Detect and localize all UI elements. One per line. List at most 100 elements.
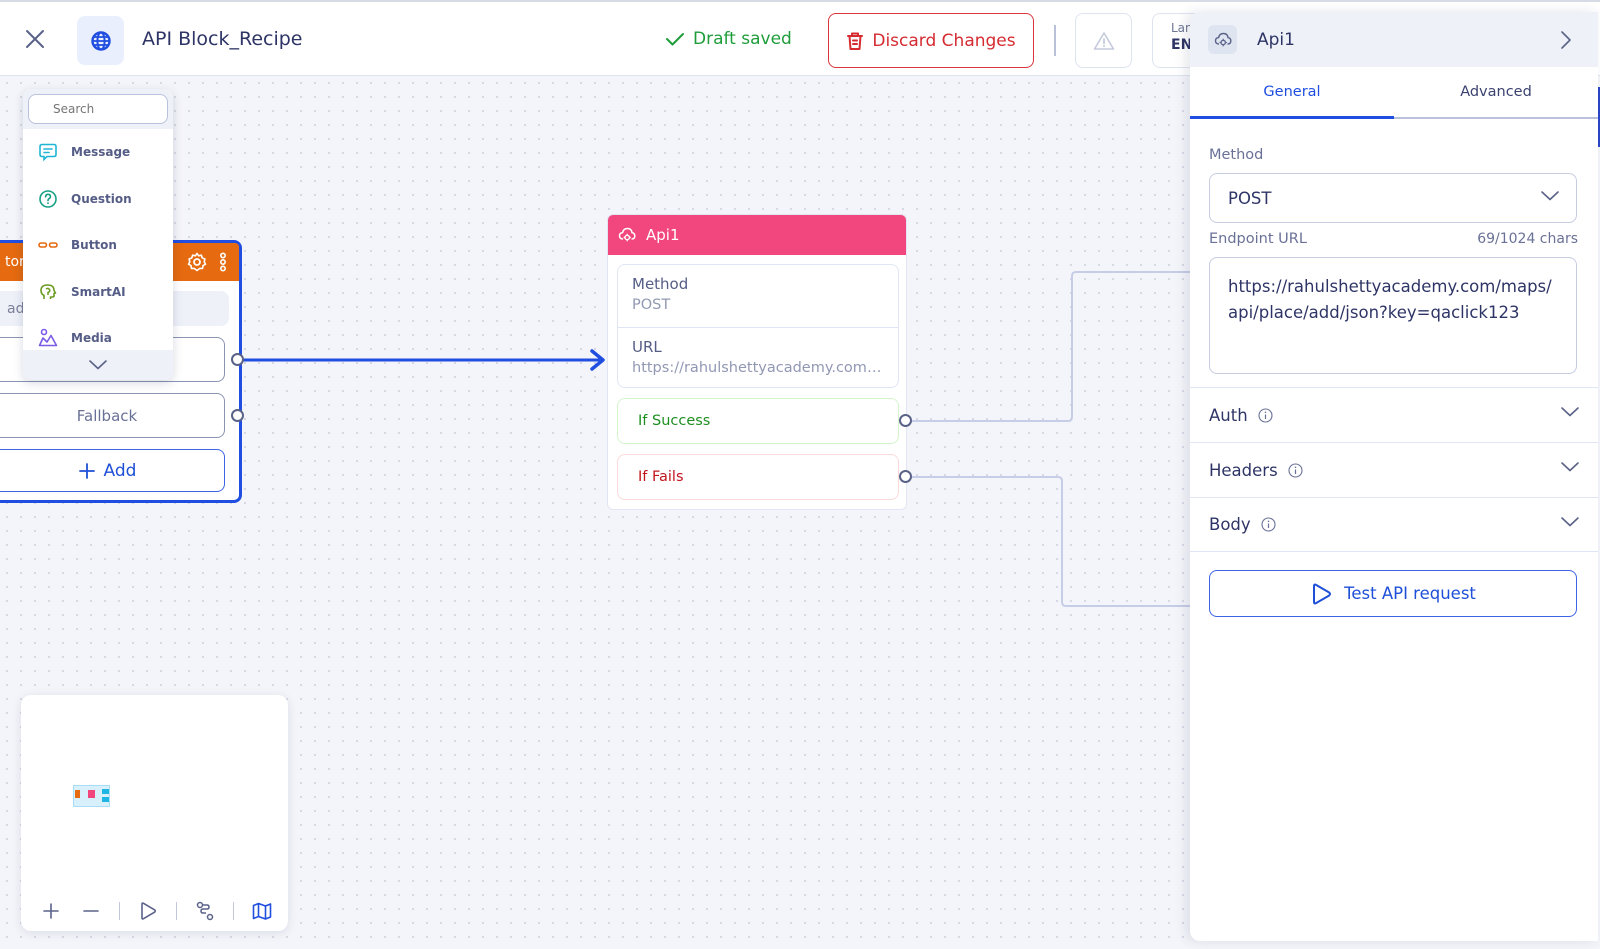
play-button[interactable] — [128, 891, 168, 931]
api-node-info: Method POST URL https://rahulshettyacade… — [617, 264, 899, 388]
panel-title: Api1 — [1257, 29, 1295, 50]
method-label: Method — [1209, 147, 1264, 163]
question-icon — [39, 189, 57, 208]
menu-item-question[interactable]: Question — [23, 176, 173, 223]
fails-port[interactable] — [899, 470, 912, 483]
minimap-block-b — [102, 797, 109, 802]
close-button[interactable] — [22, 26, 48, 52]
tab-advanced[interactable]: Advanced — [1394, 67, 1598, 117]
add-label: Add — [103, 460, 137, 481]
api-url-value: https://rahulshettyacademy.com/maps/api/… — [632, 360, 884, 376]
button-choice-fallback[interactable]: Fallback — [0, 393, 225, 438]
endpoint-url-input[interactable]: https://rahulshettyacademy.com/maps/api/… — [1209, 257, 1577, 374]
tab-general[interactable]: General — [1190, 67, 1394, 117]
map-toggle-button[interactable] — [242, 891, 282, 931]
output-port-fallback[interactable] — [231, 409, 244, 422]
warnings-button[interactable] — [1075, 13, 1132, 68]
info-icon[interactable] — [1261, 517, 1276, 532]
api-url-row: URL https://rahulshettyacademy.com/maps/… — [618, 327, 898, 389]
minimap[interactable] — [21, 695, 288, 931]
minimap-block-button — [75, 790, 80, 798]
body-label: Body — [1209, 515, 1251, 534]
close-icon — [26, 30, 44, 48]
more-vertical-icon[interactable] — [219, 252, 227, 272]
block-search-wrap — [23, 89, 173, 129]
api-branch-success[interactable]: If Success — [617, 398, 899, 444]
menu-scroll-more[interactable] — [23, 350, 173, 380]
api-node-header[interactable]: Api1 — [608, 215, 906, 255]
draft-status-text: Draft saved — [693, 29, 792, 49]
panel-collapse-button[interactable] — [1548, 22, 1584, 58]
plus-icon — [43, 903, 59, 919]
method-value: POST — [1228, 188, 1272, 208]
trash-icon — [847, 32, 864, 50]
warning-icon — [1093, 31, 1114, 50]
active-tab-indicator — [1190, 116, 1394, 119]
divider — [119, 902, 120, 920]
body-section[interactable]: Body — [1190, 497, 1598, 552]
zoom-in-button[interactable] — [31, 891, 71, 931]
test-api-label: Test API request — [1344, 584, 1476, 603]
menu-item-label: Question — [71, 191, 132, 206]
play-icon — [1313, 583, 1332, 604]
minus-icon — [83, 910, 99, 912]
api-url-label: URL — [632, 338, 662, 356]
check-icon — [666, 33, 684, 46]
output-port[interactable] — [231, 353, 244, 366]
api-method-row: Method POST — [618, 265, 898, 327]
menu-item-button[interactable]: Button — [23, 222, 173, 269]
chevron-down-icon — [1541, 191, 1559, 201]
panel-icon-box — [1208, 25, 1237, 54]
success-port[interactable] — [899, 414, 912, 427]
info-icon[interactable] — [1288, 462, 1303, 478]
app-icon-box — [77, 16, 124, 65]
menu-item-label: SmartAI — [71, 284, 126, 299]
menu-item-smartai[interactable]: SmartAI — [23, 269, 173, 316]
media-icon — [38, 328, 58, 347]
chevron-right-icon — [1561, 30, 1571, 49]
zoom-out-button[interactable] — [71, 891, 111, 931]
info-icon[interactable] — [1258, 407, 1273, 423]
menu-item-label: Button — [71, 238, 117, 253]
map-icon — [252, 902, 272, 920]
draft-status: Draft saved — [665, 29, 792, 49]
chevron-down-icon — [1561, 517, 1579, 527]
menu-item-message[interactable]: Message — [23, 129, 173, 176]
api-method-value: POST — [632, 297, 671, 313]
globe-icon — [90, 30, 111, 51]
divider — [233, 902, 234, 920]
api-cloud-icon — [1214, 32, 1232, 46]
plus-icon — [78, 462, 95, 479]
api-node[interactable]: Api1 Method POST URL https://rahulshetty… — [607, 214, 907, 510]
menu-item-label: Message — [71, 145, 131, 160]
route-button[interactable] — [185, 891, 225, 931]
headers-section[interactable]: Headers — [1190, 442, 1598, 497]
test-api-request-button[interactable]: Test API request — [1209, 570, 1577, 617]
minimap-viewport[interactable] — [73, 785, 110, 807]
auth-section[interactable]: Auth — [1190, 387, 1598, 442]
route-icon — [196, 901, 214, 921]
chevron-down-icon — [1561, 407, 1579, 417]
panel-tabs: General Advanced — [1190, 67, 1598, 119]
headers-label: Headers — [1209, 460, 1278, 480]
page-title: API Block_Recipe — [142, 28, 303, 50]
method-select[interactable]: POST — [1209, 173, 1577, 223]
connector-success — [907, 271, 1200, 422]
block-search-input[interactable] — [28, 94, 168, 124]
add-choice-button[interactable]: Add — [0, 449, 225, 492]
play-icon — [141, 902, 157, 920]
menu-item-label: Media — [71, 331, 112, 346]
api-node-title: Api1 — [646, 226, 680, 244]
discard-label: Discard Changes — [872, 30, 1016, 51]
api-branch-fails[interactable]: If Fails — [617, 454, 899, 500]
api-method-label: Method — [632, 275, 689, 293]
chevron-down-icon — [89, 360, 107, 370]
button-icon — [38, 242, 58, 249]
message-icon — [39, 143, 57, 162]
endpoint-label: Endpoint URL — [1209, 231, 1307, 247]
discard-changes-button[interactable]: Discard Changes — [828, 13, 1034, 68]
divider — [176, 902, 177, 920]
gear-icon[interactable] — [187, 252, 207, 272]
endpoint-char-count: 69/1024 chars — [1477, 231, 1578, 247]
minimap-block-api — [88, 790, 95, 798]
